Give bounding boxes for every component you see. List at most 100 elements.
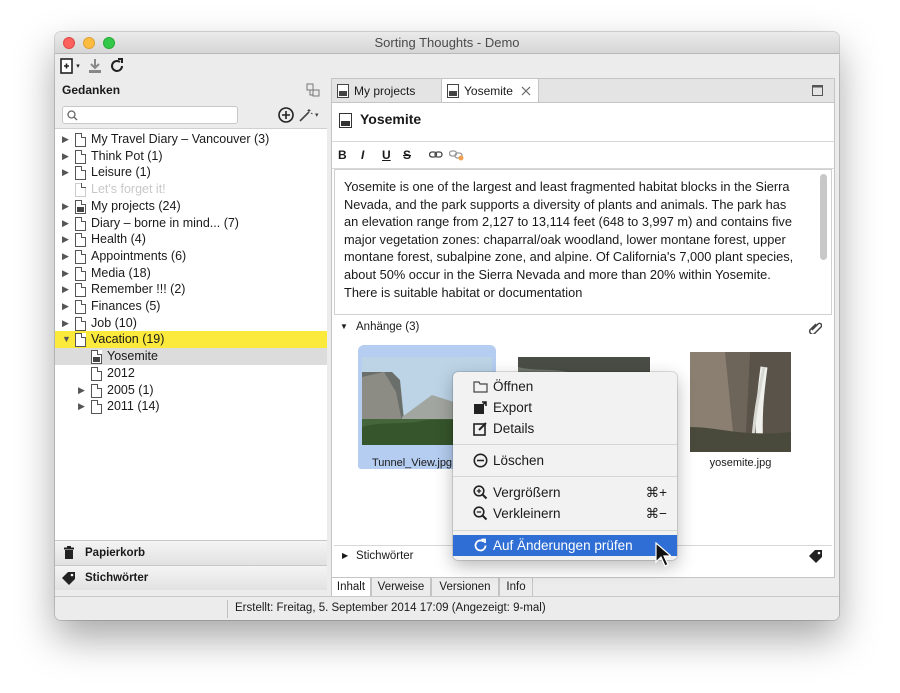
underline-button[interactable]: U bbox=[382, 148, 391, 162]
chevron-down-icon[interactable]: ▼ bbox=[62, 331, 72, 348]
tree-item[interactable]: ▼ Vacation (19) bbox=[55, 331, 327, 349]
tree-item[interactable]: ▶ Health (4) bbox=[55, 231, 327, 248]
document-icon bbox=[75, 149, 86, 164]
tree-item[interactable]: ▶ 2011 (14) bbox=[55, 398, 327, 415]
chevron-right-icon[interactable]: ▶ bbox=[78, 382, 88, 399]
chevron-right-icon[interactable]: ▶ bbox=[62, 198, 72, 215]
tab-versionen[interactable]: Versionen bbox=[431, 578, 499, 597]
tree-item[interactable]: ▶ Think Pot (1) bbox=[55, 148, 327, 165]
tab-info[interactable]: Info bbox=[499, 578, 533, 597]
image-document-icon bbox=[337, 84, 349, 98]
search-input[interactable] bbox=[62, 106, 238, 124]
chevron-right-icon[interactable]: ▶ bbox=[62, 281, 72, 298]
search-field[interactable] bbox=[81, 108, 231, 122]
menu-item-open[interactable]: Öffnen bbox=[453, 376, 677, 397]
download-icon[interactable] bbox=[86, 57, 104, 75]
tree-item[interactable]: 2012 bbox=[55, 365, 327, 382]
attachments-header[interactable]: ▼ Anhänge (3) bbox=[334, 317, 832, 337]
close-window-button[interactable] bbox=[63, 37, 75, 49]
tree-item-label: Think Pot (1) bbox=[91, 148, 163, 163]
link-icon[interactable] bbox=[429, 151, 443, 159]
tree-item[interactable]: ▶ My Travel Diary – Vancouver (3) bbox=[55, 131, 327, 148]
note-body[interactable]: Yosemite is one of the largest and least… bbox=[334, 169, 832, 315]
search-icon bbox=[67, 110, 78, 121]
keywords-expander-label: Stichwörter bbox=[356, 550, 414, 562]
tab-yosemite[interactable]: Yosemite bbox=[441, 79, 539, 103]
tree-item-label: Vacation (19) bbox=[91, 332, 165, 347]
menu-item-check-changes[interactable]: Auf Änderungen prüfen bbox=[453, 535, 677, 556]
tab-label: My projects bbox=[354, 84, 416, 98]
tree-item[interactable]: ▶ Remember !!! (2) bbox=[55, 281, 327, 298]
document-icon bbox=[91, 383, 102, 398]
maximize-pane-icon[interactable] bbox=[812, 85, 823, 96]
chevron-right-icon[interactable]: ▶ bbox=[62, 265, 72, 282]
chevron-right-icon[interactable]: ▶ bbox=[62, 164, 72, 181]
chevron-right-icon[interactable]: ▶ bbox=[62, 215, 72, 232]
zoom-window-button[interactable] bbox=[103, 37, 115, 49]
chevron-right-icon[interactable]: ▶ bbox=[62, 298, 72, 315]
refresh-icon[interactable] bbox=[108, 57, 126, 75]
document-icon bbox=[75, 333, 86, 348]
chevron-right-icon[interactable]: ▶ bbox=[62, 131, 72, 148]
menu-item-delete[interactable]: Löschen bbox=[453, 450, 677, 471]
menu-item-export[interactable]: Export bbox=[453, 397, 677, 418]
tree-item[interactable]: ▶ Leisure (1) bbox=[55, 164, 327, 181]
keywords-section[interactable]: Stichwörter bbox=[55, 565, 327, 590]
tree-item[interactable]: ▶ Finances (5) bbox=[55, 298, 327, 315]
tree-item[interactable]: ▶ Job (10) bbox=[55, 315, 327, 332]
chevron-right-icon[interactable]: ▶ bbox=[62, 248, 72, 265]
tree-item[interactable]: ▶ Media (18) bbox=[55, 265, 327, 282]
menu-item-details[interactable]: Details bbox=[453, 418, 677, 439]
menu-item-label: Export bbox=[493, 400, 533, 415]
magic-wand-icon[interactable]: ▾ bbox=[298, 107, 322, 126]
tree-item[interactable]: Yosemite bbox=[55, 348, 327, 366]
bold-button[interactable]: B bbox=[338, 148, 347, 162]
menu-item-label: Auf Änderungen prüfen bbox=[493, 538, 633, 553]
minimize-window-button[interactable] bbox=[83, 37, 95, 49]
tab-inhalt[interactable]: Inhalt bbox=[331, 578, 371, 597]
menu-item-label: Vergrößern bbox=[493, 485, 561, 500]
add-thought-icon[interactable] bbox=[277, 106, 295, 127]
menu-item-zoom-in[interactable]: Vergrößern ⌘+ bbox=[453, 482, 677, 503]
unlink-icon[interactable] bbox=[449, 149, 465, 161]
document-icon bbox=[75, 249, 86, 264]
attachment-caption: Tunnel_View.jpg bbox=[358, 457, 466, 469]
menu-item-label: Verkleinern bbox=[493, 506, 561, 521]
tree-item-label: Leisure (1) bbox=[91, 165, 151, 180]
layout-toggle-icon[interactable] bbox=[305, 82, 321, 101]
trash-section[interactable]: Papierkorb bbox=[55, 540, 327, 565]
chevron-right-icon[interactable]: ▶ bbox=[62, 148, 72, 165]
document-icon bbox=[75, 283, 86, 298]
chevron-right-icon[interactable]: ▶ bbox=[78, 398, 88, 415]
tree-item[interactable]: Let's forget it! bbox=[55, 181, 327, 198]
italic-button[interactable]: I bbox=[361, 148, 364, 162]
tree-item[interactable]: ▶ 2005 (1) bbox=[55, 382, 327, 399]
chevron-down-icon[interactable]: ▾ bbox=[74, 57, 82, 75]
chevron-down-icon: ▼ bbox=[340, 322, 348, 331]
attachment-thumbnail-yosemite[interactable] bbox=[690, 352, 791, 453]
tab-my-projects[interactable]: My projects bbox=[332, 79, 440, 103]
close-tab-icon[interactable] bbox=[521, 86, 531, 96]
status-divider bbox=[227, 600, 228, 618]
tab-bar: My projects Yosemite bbox=[331, 78, 835, 103]
vertical-scrollbar[interactable] bbox=[820, 174, 827, 260]
tree-item[interactable]: ▶ My projects (24) bbox=[55, 198, 327, 215]
menu-item-zoom-out[interactable]: Verkleinern ⌘− bbox=[453, 503, 677, 524]
image-document-icon bbox=[339, 113, 352, 128]
chevron-right-icon[interactable]: ▶ bbox=[62, 231, 72, 248]
chevron-right-icon[interactable]: ▶ bbox=[62, 315, 72, 332]
format-toolbar: B I U S bbox=[332, 141, 834, 169]
menu-shortcut: ⌘+ bbox=[645, 485, 667, 500]
tree-item[interactable]: ▶ Diary – borne in mind... (7) bbox=[55, 215, 327, 232]
menu-item-label: Details bbox=[493, 421, 535, 436]
tree-item-label: Diary – borne in mind... (7) bbox=[91, 215, 239, 230]
paperclip-icon[interactable] bbox=[808, 320, 822, 334]
chevron-right-icon: ▶ bbox=[342, 551, 349, 560]
tag-icon[interactable] bbox=[808, 549, 823, 563]
trash-icon bbox=[64, 546, 74, 559]
tab-verweise[interactable]: Verweise bbox=[371, 578, 431, 597]
tree-item-label: Remember !!! (2) bbox=[91, 282, 186, 297]
strikethrough-button[interactable]: S bbox=[403, 148, 411, 162]
tree-item[interactable]: ▶ Appointments (6) bbox=[55, 248, 327, 265]
pane-title: Gedanken bbox=[62, 83, 121, 97]
